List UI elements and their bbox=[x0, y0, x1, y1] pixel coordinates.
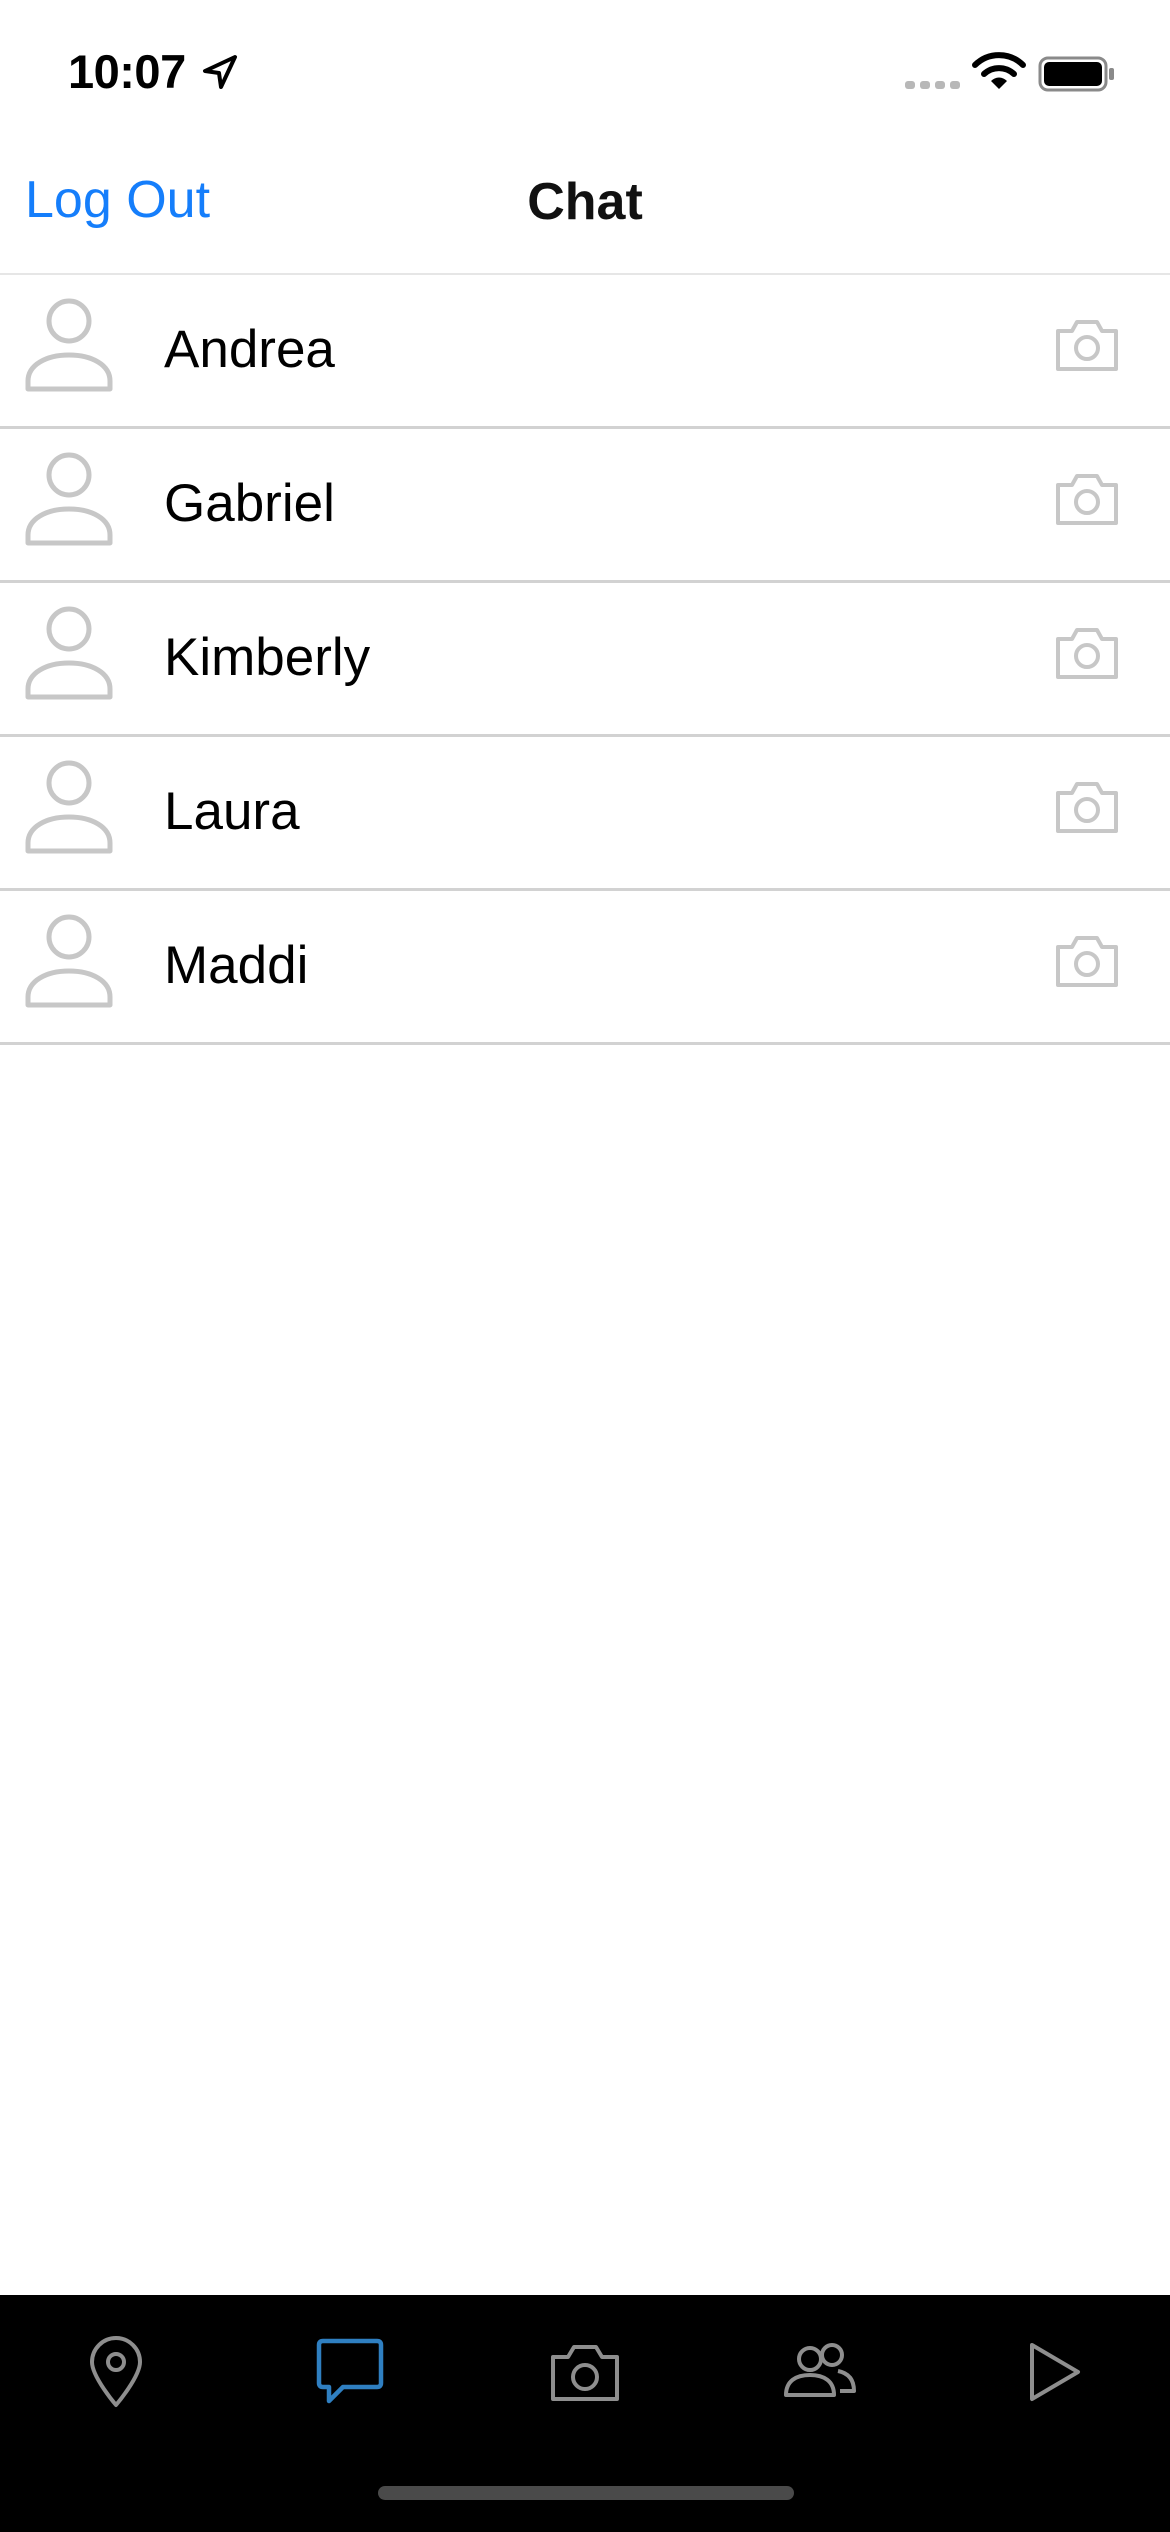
person-icon bbox=[25, 914, 113, 1008]
person-icon bbox=[25, 298, 113, 392]
camera-icon[interactable] bbox=[1054, 779, 1120, 835]
battery-icon bbox=[1038, 56, 1114, 92]
contact-list: Andrea Gabriel Kimberly Laura Maddi bbox=[0, 275, 1170, 1045]
person-icon bbox=[25, 606, 113, 700]
chat-bubble-icon[interactable] bbox=[313, 2335, 387, 2409]
navigation-bar: Chat Log Out bbox=[0, 140, 1170, 275]
signal-dots-icon bbox=[905, 81, 960, 89]
map-pin-icon[interactable] bbox=[79, 2335, 153, 2409]
person-icon bbox=[25, 760, 113, 854]
location-arrow-icon bbox=[203, 55, 237, 89]
camera-icon[interactable] bbox=[1054, 471, 1120, 527]
home-indicator[interactable] bbox=[378, 2486, 794, 2500]
person-icon bbox=[25, 452, 113, 546]
contact-name: Maddi bbox=[164, 936, 309, 995]
camera-icon[interactable] bbox=[548, 2335, 622, 2409]
status-time: 10:07 bbox=[68, 45, 186, 98]
contact-row-maddi[interactable]: Maddi bbox=[0, 891, 1170, 1045]
camera-icon[interactable] bbox=[1054, 317, 1120, 373]
friends-icon[interactable] bbox=[782, 2335, 856, 2409]
contact-row-andrea[interactable]: Andrea bbox=[0, 275, 1170, 429]
chat-screen: 10:07 Chat Log Out Andrea Gabriel Kimber… bbox=[0, 0, 1170, 2532]
log-out-button[interactable]: Log Out bbox=[25, 170, 210, 230]
camera-icon[interactable] bbox=[1054, 933, 1120, 989]
contact-row-gabriel[interactable]: Gabriel bbox=[0, 429, 1170, 583]
camera-icon[interactable] bbox=[1054, 625, 1120, 681]
contact-row-laura[interactable]: Laura bbox=[0, 737, 1170, 891]
contact-name: Gabriel bbox=[164, 474, 335, 533]
contact-name: Kimberly bbox=[164, 628, 371, 687]
play-icon[interactable] bbox=[1016, 2335, 1090, 2409]
contact-row-kimberly[interactable]: Kimberly bbox=[0, 583, 1170, 737]
contact-name: Laura bbox=[164, 782, 300, 841]
wifi-icon bbox=[972, 52, 1026, 89]
contact-name: Andrea bbox=[164, 320, 335, 379]
status-bar: 10:07 bbox=[0, 0, 1170, 140]
